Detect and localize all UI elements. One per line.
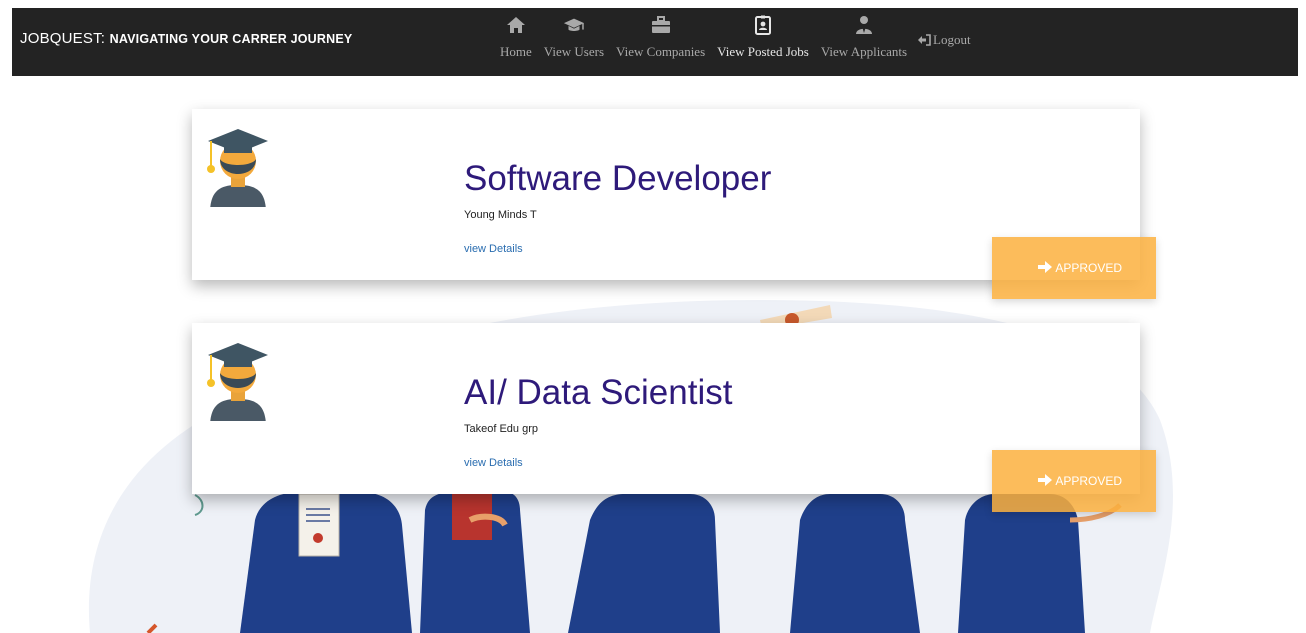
nav-logout[interactable]: Logout — [913, 32, 977, 48]
page: JOBQUEST: NAVIGATING YOUR CARRER JOURNEY… — [0, 0, 1306, 633]
approved-label: APPROVED — [1055, 474, 1122, 488]
arrow-right-icon — [1037, 260, 1053, 277]
approved-label: APPROVED — [1055, 261, 1122, 275]
brand-tagline: NAVIGATING YOUR CARRER JOURNEY — [109, 32, 353, 46]
nav-view-companies[interactable]: View Companies — [610, 14, 711, 60]
nav-view-users-label: View Users — [543, 44, 605, 59]
nav-view-posted-jobs[interactable]: View Posted Jobs — [711, 14, 815, 60]
company-name: Young Minds T — [464, 209, 537, 221]
approved-button[interactable]: APPROVED — [992, 237, 1156, 299]
arrow-right-icon — [1037, 473, 1053, 490]
job-title: AI/ Data Scientist — [464, 373, 733, 412]
graduates-background-illustration — [88, 300, 1173, 633]
nav-view-posted-jobs-label: View Posted Jobs — [717, 44, 809, 59]
user-tie-icon — [853, 14, 875, 36]
view-details-link[interactable]: view Details — [464, 457, 523, 469]
company-name: Takeof Edu grp — [464, 423, 538, 435]
nav-view-companies-label: View Companies — [616, 44, 706, 59]
view-details-link[interactable]: view Details — [464, 243, 523, 255]
id-badge-icon — [752, 14, 774, 36]
nav-home[interactable]: Home — [494, 14, 538, 60]
nav-view-applicants-label: View Applicants — [820, 44, 908, 59]
job-title: Software Developer — [464, 159, 772, 198]
nav-logout-label: Logout — [933, 32, 971, 47]
nav-menu: Home View Users View Companies View Post… — [494, 14, 977, 70]
brand-prefix: JOBQUEST: — [20, 30, 106, 47]
home-icon — [505, 14, 527, 36]
graduate-avatar-icon — [207, 129, 268, 207]
graduation-cap-icon — [563, 14, 585, 36]
approved-button[interactable]: APPROVED — [992, 450, 1156, 512]
brand-title[interactable]: JOBQUEST: NAVIGATING YOUR CARRER JOURNEY — [20, 30, 352, 48]
sign-in-icon — [917, 33, 931, 47]
briefcase-icon — [650, 14, 672, 36]
nav-view-users[interactable]: View Users — [538, 14, 610, 60]
nav-home-label: Home — [500, 44, 532, 59]
nav-view-applicants[interactable]: View Applicants — [815, 14, 913, 60]
graduate-avatar-icon — [207, 343, 268, 421]
top-navbar: JOBQUEST: NAVIGATING YOUR CARRER JOURNEY… — [12, 8, 1298, 76]
